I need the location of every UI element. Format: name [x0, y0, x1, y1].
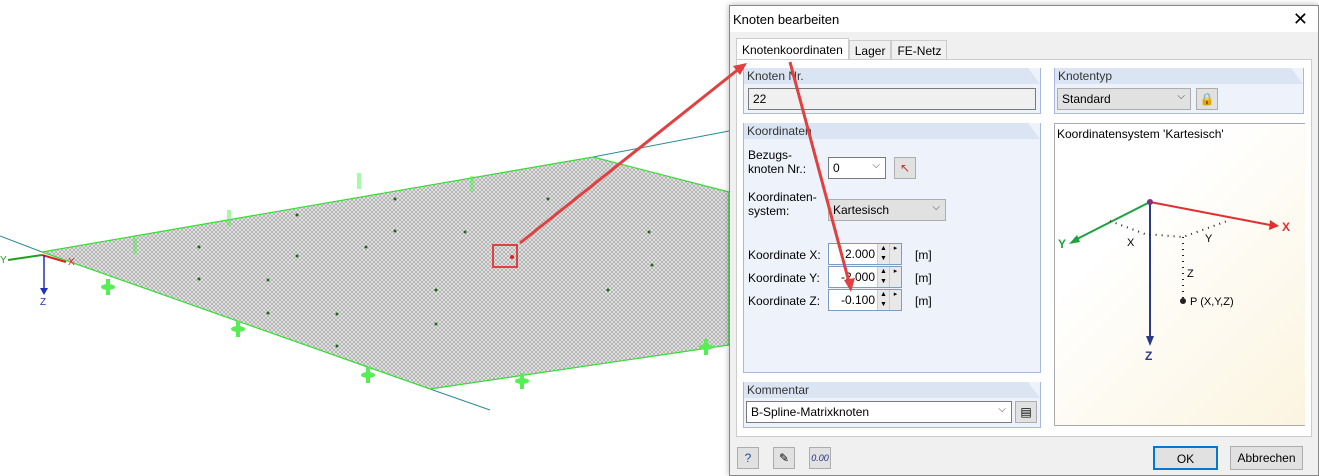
comment-group: Kommentar B-Spline-Matrixknoten ⌵ ▤ [743, 382, 1041, 428]
spin-icon[interactable]: ▲ ▼ [877, 267, 889, 287]
coord-z-value: -0.100 [840, 293, 875, 307]
spin-icon[interactable]: ▲ ▼ [877, 290, 889, 310]
chevron-down-icon: ⌵ [998, 404, 1006, 415]
dialog-titlebar: Knoten bearbeiten [730, 6, 1318, 32]
help-icon[interactable]: ? [737, 447, 759, 469]
arrow-right-icon[interactable]: ▸ [889, 290, 901, 310]
label-dx: X [1127, 237, 1135, 249]
axis-z-label: Z [40, 297, 46, 308]
ref-node-select[interactable]: 0 ⌵ [828, 157, 886, 179]
ref-node-value: 0 [833, 161, 840, 175]
coord-z-label: Koordinate Z: [748, 294, 821, 308]
tab-support[interactable]: Lager [848, 40, 892, 60]
coord-system-label-2: system: [748, 204, 790, 218]
node-number-field[interactable]: 22 [748, 88, 1036, 110]
coord-y-label: Koordinate Y: [748, 271, 820, 285]
coord-x-label: Koordinate X: [748, 248, 821, 262]
label-x: X [1282, 220, 1290, 234]
coord-z-unit: [m] [915, 294, 932, 308]
node-type-group: Knotentyp Standard ⌵ 🔒 [1054, 68, 1304, 114]
coord-x-input[interactable]: 2.000 ▲ ▼ ▸ [828, 243, 902, 265]
units-decimals-icon[interactable]: 0.00 [809, 447, 831, 469]
coord-y-unit: [m] [915, 271, 932, 285]
label-z: Z [1145, 349, 1152, 363]
chevron-down-icon: ⌵ [932, 202, 940, 213]
node-type-header: Knotentyp [1055, 68, 1303, 84]
coord-y-value: -2.000 [840, 270, 875, 284]
dialog-title: Knoten bearbeiten [733, 11, 840, 27]
coord-x-value: 2.000 [844, 247, 875, 261]
ref-node-label-2: knoten Nr.: [748, 162, 807, 176]
plate-surface [39, 156, 730, 390]
axis-y-label: Y [0, 255, 7, 266]
lock-icon[interactable]: 🔒 [1196, 88, 1218, 110]
tab-content: Knoten Nr. 22 Knotentyp Standard ⌵ 🔒 Koor… [736, 59, 1312, 437]
coord-x-unit: [m] [915, 248, 932, 262]
coord-system-select[interactable]: Kartesisch ⌵ [828, 199, 946, 221]
support-icon [101, 279, 115, 295]
ref-node-label: Bezugs- [748, 148, 793, 162]
x-axis [1149, 201, 1271, 226]
comment-header: Kommentar [744, 382, 1040, 398]
coord-system-label: Koordinaten- [748, 190, 817, 204]
arrow-right-icon[interactable]: ▸ [889, 267, 901, 287]
arrow-right-icon[interactable]: ▸ [889, 244, 901, 264]
pick-node-icon[interactable]: ↖ [894, 157, 916, 179]
node-type-value: Standard [1062, 92, 1111, 106]
spin-icon[interactable]: ▲ ▼ [877, 244, 889, 264]
label-y: Y [1058, 237, 1066, 251]
edit-icon[interactable]: ✎ [773, 447, 795, 469]
coordinates-group: Koordinaten Bezugs- knoten Nr.: 0 ⌵ ↖ Koo… [743, 123, 1041, 373]
label-dy: Y [1205, 233, 1213, 245]
tab-node-coordinates[interactable]: Knotenkoordinaten [736, 38, 849, 60]
coord-z-input[interactable]: -0.100 ▲ ▼ ▸ [828, 289, 902, 311]
label-point: P (X,Y,Z) [1190, 296, 1234, 308]
axis-line [0, 235, 43, 253]
chevron-down-icon: ⌵ [872, 160, 880, 171]
node-number-group: Knoten Nr. 22 [743, 68, 1041, 114]
edit-node-dialog: Knoten bearbeiten ✕ Knotenkoordinaten La… [729, 5, 1319, 476]
close-icon[interactable]: ✕ [1293, 9, 1308, 30]
comment-value: B-Spline-Matrixknoten [751, 405, 870, 419]
comment-select[interactable]: B-Spline-Matrixknoten ⌵ [746, 401, 1012, 423]
node-number-header: Knoten Nr. [744, 68, 1040, 84]
y-axis [1074, 201, 1151, 241]
tab-fe-mesh[interactable]: FE-Netz [891, 40, 948, 60]
coord-y-input[interactable]: -2.000 ▲ ▼ ▸ [828, 266, 902, 288]
coordinates-header: Koordinaten [744, 123, 1040, 139]
selected-node [510, 255, 514, 259]
global-axes-icon: Y X Z [0, 254, 75, 308]
label-dz: Z [1187, 268, 1194, 280]
coord-system-diagram: Koordinatensystem 'Kartesisch' X Y Z X Y… [1054, 123, 1305, 426]
node-type-select[interactable]: Standard ⌵ [1057, 88, 1191, 110]
axis-x-label: X [68, 257, 75, 268]
chevron-down-icon: ⌵ [1177, 91, 1185, 102]
point-p [1180, 298, 1186, 304]
comment-library-icon[interactable]: ▤ [1015, 401, 1037, 423]
cancel-button[interactable]: Abbrechen [1230, 446, 1303, 470]
ok-button[interactable]: OK [1153, 446, 1218, 470]
coord-system-value: Kartesisch [833, 203, 890, 217]
axis-line [429, 388, 491, 411]
axis-line [592, 130, 730, 158]
